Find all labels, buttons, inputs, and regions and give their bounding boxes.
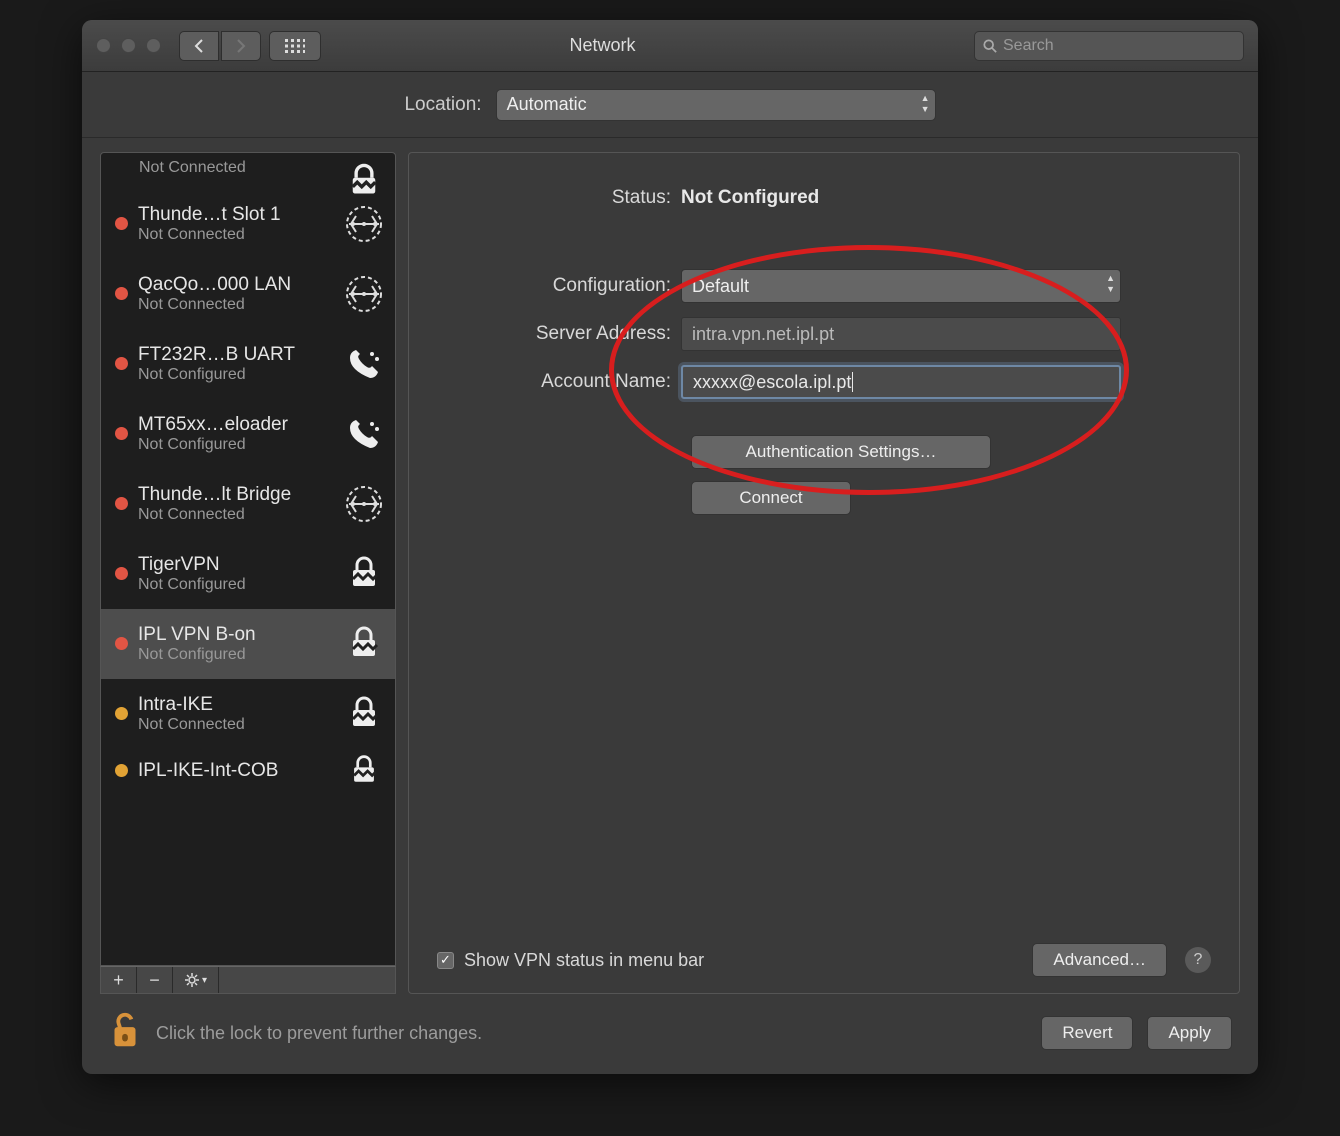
show-vpn-status-label: Show VPN status in menu bar <box>464 950 704 971</box>
server-address-field[interactable]: intra.vpn.net.ipl.pt <box>681 317 1121 351</box>
lock-text: Click the lock to prevent further change… <box>156 1023 1027 1044</box>
lock-open-icon[interactable] <box>108 1010 142 1057</box>
status-dot-icon <box>115 567 128 580</box>
lock-icon <box>343 623 385 665</box>
service-item[interactable]: QacQo…000 LANNot Connected <box>101 259 395 329</box>
account-name-value: xxxxx@escola.ipl.pt <box>693 372 851 393</box>
search-field[interactable]: Search <box>974 31 1244 61</box>
configuration-label: Configuration: <box>437 275 681 297</box>
search-placeholder: Search <box>1003 37 1054 55</box>
show-vpn-status-checkbox[interactable]: ✓ <box>437 952 454 969</box>
apply-button[interactable]: Apply <box>1147 1016 1232 1050</box>
status-dot-icon <box>115 707 128 720</box>
service-status: Not Configured <box>138 436 333 454</box>
bottom-bar: Click the lock to prevent further change… <box>82 1002 1258 1074</box>
service-name: Thunde…t Slot 1 <box>138 204 333 226</box>
window-title: Network <box>231 35 974 56</box>
ethernet-icon <box>343 273 385 315</box>
status-label: Status: <box>437 187 681 209</box>
remove-service-button[interactable]: − <box>137 967 173 993</box>
status-value: Not Configured <box>681 187 819 209</box>
service-item[interactable]: TigerVPNNot Configured <box>101 539 395 609</box>
service-status: Not Connected <box>138 716 333 734</box>
minimize-button[interactable] <box>121 38 136 53</box>
configuration-select[interactable]: Default ▲▼ <box>681 269 1121 303</box>
service-name: FT232R…B UART <box>138 344 333 366</box>
service-status: Not Connected <box>139 159 246 177</box>
service-item-selected[interactable]: IPL VPN B-onNot Configured <box>101 609 395 679</box>
service-status: Not Connected <box>138 296 333 314</box>
account-name-field[interactable]: xxxxx@escola.ipl.pt <box>681 365 1121 399</box>
close-button[interactable] <box>96 38 111 53</box>
service-name: TigerVPN <box>138 554 333 576</box>
status-dot-icon <box>115 427 128 440</box>
service-item[interactable]: Intra-IKENot Connected <box>101 679 395 749</box>
service-name: IPL VPN B-on <box>138 624 333 646</box>
status-dot-icon <box>115 764 128 777</box>
service-name: QacQo…000 LAN <box>138 274 333 296</box>
status-dot-icon <box>115 217 128 230</box>
location-select[interactable]: Automatic ▲▼ <box>496 89 936 121</box>
search-icon <box>983 39 997 53</box>
service-name: Intra-IKE <box>138 694 333 716</box>
gear-icon <box>184 972 200 988</box>
lock-icon <box>343 553 385 595</box>
stepper-icon: ▲▼ <box>1106 274 1115 294</box>
service-item-partial[interactable]: Not Connected <box>101 153 395 189</box>
service-name: IPL-IKE-Int-COB <box>138 760 333 782</box>
ethernet-icon <box>343 483 385 525</box>
authentication-settings-button[interactable]: Authentication Settings… <box>691 435 991 469</box>
revert-button[interactable]: Revert <box>1041 1016 1133 1050</box>
ethernet-icon <box>343 203 385 245</box>
service-status: Not Configured <box>138 646 333 664</box>
status-dot-icon <box>115 357 128 370</box>
lock-icon <box>343 693 385 735</box>
status-dot-icon <box>115 497 128 510</box>
service-action-menu[interactable]: ▾ <box>173 967 219 993</box>
server-address-label: Server Address: <box>437 323 681 345</box>
network-preferences-window: Network Search Location: Automatic ▲▼ No… <box>82 20 1258 1074</box>
service-list[interactable]: Not Connected Thunde…t Slot 1Not Connect… <box>100 152 396 966</box>
service-status: Not Connected <box>138 226 333 244</box>
service-name: Thunde…lt Bridge <box>138 484 333 506</box>
service-name: MT65xx…eloader <box>138 414 333 436</box>
back-button[interactable] <box>179 31 219 61</box>
detail-panel: Status: Not Configured Configuration: De… <box>408 152 1240 994</box>
service-status: Not Configured <box>138 576 333 594</box>
zoom-button[interactable] <box>146 38 161 53</box>
service-status: Not Connected <box>138 506 333 524</box>
service-status: Not Configured <box>138 366 333 384</box>
account-name-label: Account Name: <box>437 371 681 393</box>
service-item[interactable]: IPL-IKE-Int-COB <box>101 749 395 793</box>
titlebar: Network Search <box>82 20 1258 72</box>
lock-icon <box>343 750 385 792</box>
location-row: Location: Automatic ▲▼ <box>82 72 1258 138</box>
configuration-value: Default <box>692 276 749 297</box>
traffic-lights <box>96 38 161 53</box>
service-item[interactable]: MT65xx…eloaderNot Configured <box>101 399 395 469</box>
phone-icon <box>343 343 385 385</box>
service-list-toolbar: + − ▾ <box>100 966 396 994</box>
phone-icon <box>343 413 385 455</box>
lock-icon <box>343 159 385 201</box>
chevron-left-icon <box>194 38 204 54</box>
service-item[interactable]: FT232R…B UARTNot Configured <box>101 329 395 399</box>
chevron-down-icon: ▾ <box>202 975 207 986</box>
service-sidebar: Not Connected Thunde…t Slot 1Not Connect… <box>100 152 396 994</box>
server-address-value: intra.vpn.net.ipl.pt <box>692 324 834 345</box>
location-label: Location: <box>404 94 481 116</box>
stepper-icon: ▲▼ <box>921 94 930 114</box>
service-item[interactable]: Thunde…lt BridgeNot Connected <box>101 469 395 539</box>
connect-button[interactable]: Connect <box>691 481 851 515</box>
advanced-button[interactable]: Advanced… <box>1032 943 1167 977</box>
text-cursor <box>852 372 853 392</box>
add-service-button[interactable]: + <box>101 967 137 993</box>
location-value: Automatic <box>507 94 587 115</box>
help-button[interactable]: ? <box>1185 947 1211 973</box>
status-dot-icon <box>115 637 128 650</box>
status-dot-icon <box>115 287 128 300</box>
